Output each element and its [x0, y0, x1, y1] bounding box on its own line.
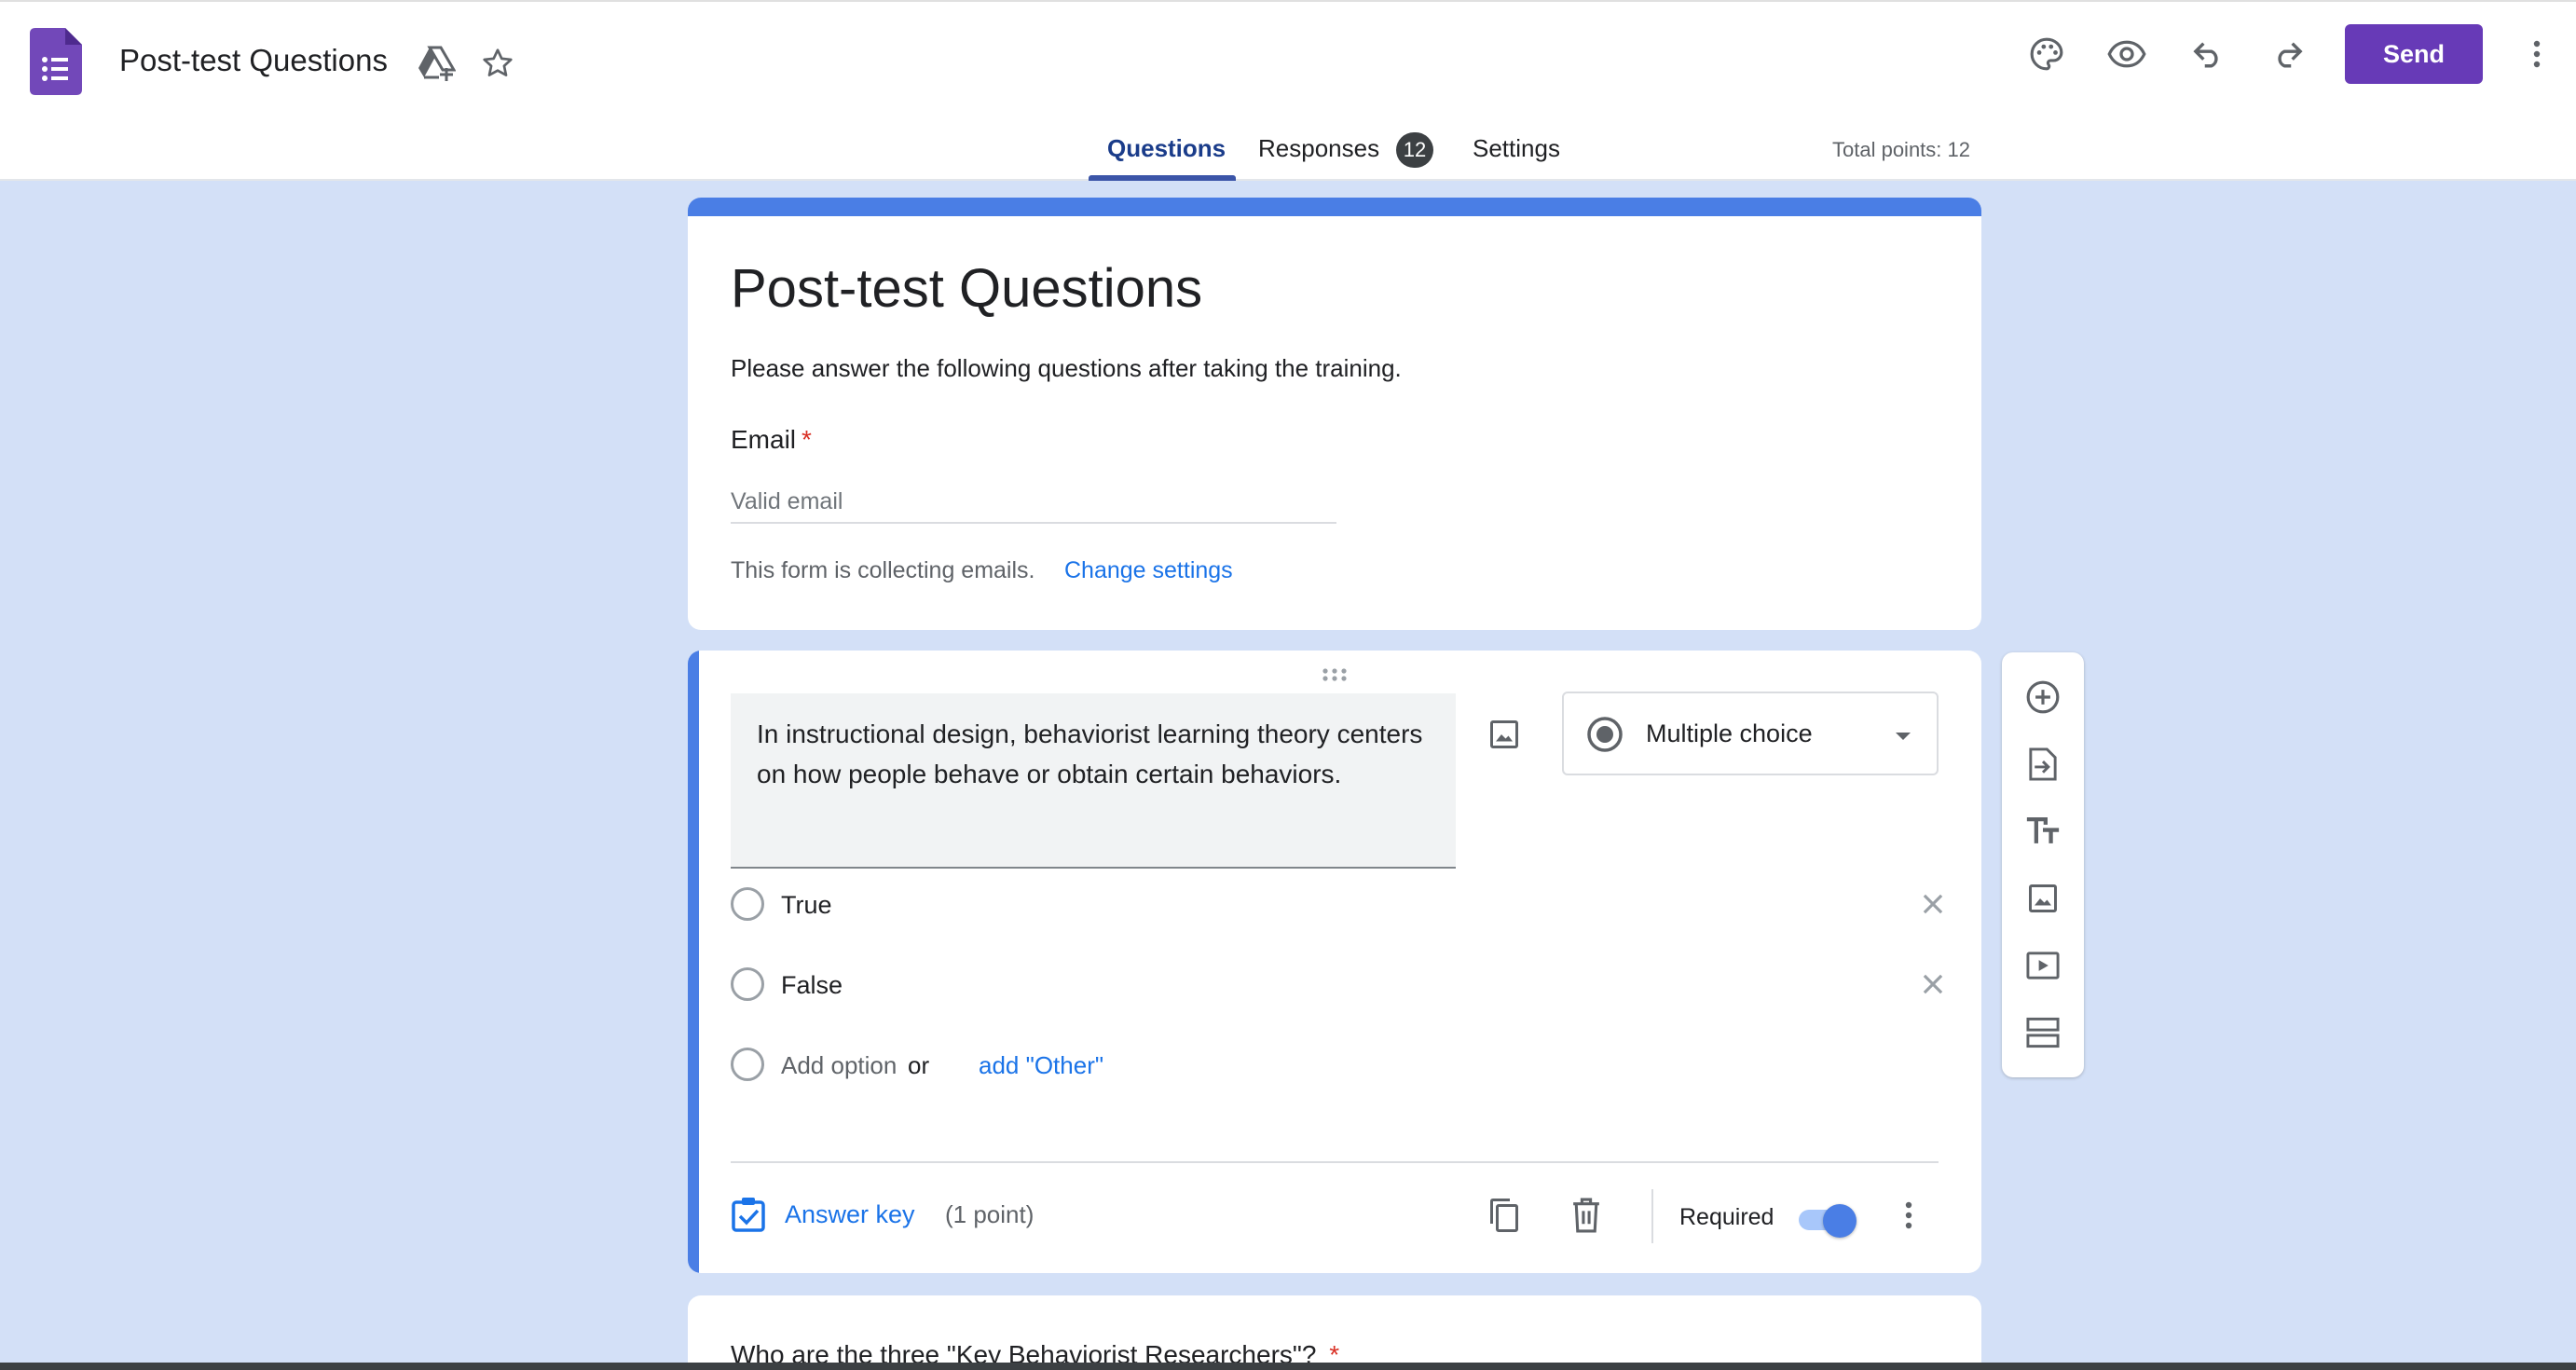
drag-handle-icon[interactable] — [1318, 664, 1351, 686]
duplicate-icon[interactable] — [1482, 1193, 1527, 1238]
add-video-icon[interactable] — [2021, 943, 2065, 988]
collecting-emails-note: This form is collecting emails. — [731, 557, 1035, 583]
footer-divider — [731, 1161, 1939, 1163]
tab-responses[interactable]: Responses — [1258, 134, 1379, 163]
star-icon[interactable] — [475, 43, 520, 84]
active-tab-indicator — [1089, 175, 1236, 181]
next-question-card[interactable]: Who are the three "Key Behaviorist Resea… — [688, 1295, 1981, 1370]
add-image-icon[interactable] — [2021, 876, 2065, 921]
preview-icon[interactable] — [2103, 32, 2151, 76]
required-toggle[interactable] — [1795, 1204, 1857, 1238]
add-section-icon[interactable] — [2021, 1010, 2065, 1055]
floating-toolbar — [2002, 652, 2084, 1077]
move-to-drive-icon[interactable] — [414, 43, 459, 84]
radio-button[interactable] — [731, 967, 764, 1001]
question-type-dropdown[interactable]: Multiple choice — [1562, 692, 1939, 775]
question-type-label: Multiple choice — [1646, 719, 1813, 747]
window-bottom-edge — [0, 1363, 2576, 1370]
add-title-icon[interactable] — [2021, 809, 2065, 854]
delete-icon[interactable] — [1564, 1193, 1609, 1238]
tab-questions[interactable]: Questions — [1107, 134, 1226, 163]
document-title[interactable]: Post-test Questions — [119, 43, 388, 78]
palette-icon[interactable] — [2024, 32, 2069, 76]
required-asterisk: * — [802, 425, 812, 454]
responses-count-badge: 12 — [1396, 132, 1433, 168]
form-title-card[interactable]: Post-test Questions Please answer the fo… — [688, 198, 1981, 630]
add-question-icon[interactable] — [2021, 675, 2065, 719]
card-accent-bar — [688, 198, 1981, 216]
active-card-indicator — [688, 651, 699, 1273]
close-icon[interactable] — [1916, 887, 1950, 921]
option-label[interactable]: False — [781, 971, 843, 1000]
points-label: (1 point) — [945, 1200, 1035, 1228]
more-vert-icon[interactable] — [2520, 32, 2554, 76]
close-icon[interactable] — [1916, 967, 1950, 1001]
import-questions-icon[interactable] — [2021, 742, 2065, 787]
answer-key-label: Answer key — [785, 1200, 915, 1228]
change-settings-link[interactable]: Change settings — [1064, 557, 1233, 584]
form-title[interactable]: Post-test Questions — [731, 257, 1202, 320]
redo-icon[interactable] — [2265, 32, 2309, 76]
option-label[interactable]: True — [781, 891, 832, 920]
or-text: or — [908, 1051, 930, 1079]
question-more-icon[interactable] — [1892, 1193, 1925, 1238]
multiple-choice-icon — [1587, 717, 1623, 752]
add-image-icon[interactable] — [1482, 712, 1527, 757]
add-option-row: Add option or add "Other" — [731, 1038, 1942, 1090]
radio-button[interactable] — [731, 887, 764, 921]
tab-settings[interactable]: Settings — [1473, 134, 1560, 163]
undo-icon[interactable] — [2186, 32, 2231, 76]
send-button[interactable]: Send — [2345, 24, 2483, 84]
toggle-thumb — [1823, 1204, 1857, 1238]
forms-logo-icon[interactable] — [30, 28, 82, 95]
email-label-text: Email — [731, 425, 797, 454]
answer-key-icon — [732, 1198, 765, 1232]
footer-vertical-divider — [1651, 1189, 1653, 1243]
radio-button — [731, 1048, 764, 1081]
add-other-button[interactable]: add "Other" — [979, 1051, 1103, 1080]
email-label: Email * — [731, 425, 812, 455]
add-option-button[interactable]: Add option — [781, 1051, 897, 1080]
question-text-field[interactable]: In instructional design, behaviorist lea… — [731, 693, 1456, 869]
required-label: Required — [1679, 1204, 1774, 1230]
list-item[interactable]: True — [731, 878, 1943, 930]
list-item[interactable]: False — [731, 958, 1943, 1010]
email-field[interactable] — [731, 481, 1336, 524]
form-description[interactable]: Please answer the following questions af… — [731, 354, 1402, 383]
total-points: Total points: 12 — [1832, 138, 1970, 161]
app-header: Post-test Questions Send Questions Respo… — [0, 0, 2576, 181]
dropdown-arrow-icon — [1896, 733, 1911, 740]
